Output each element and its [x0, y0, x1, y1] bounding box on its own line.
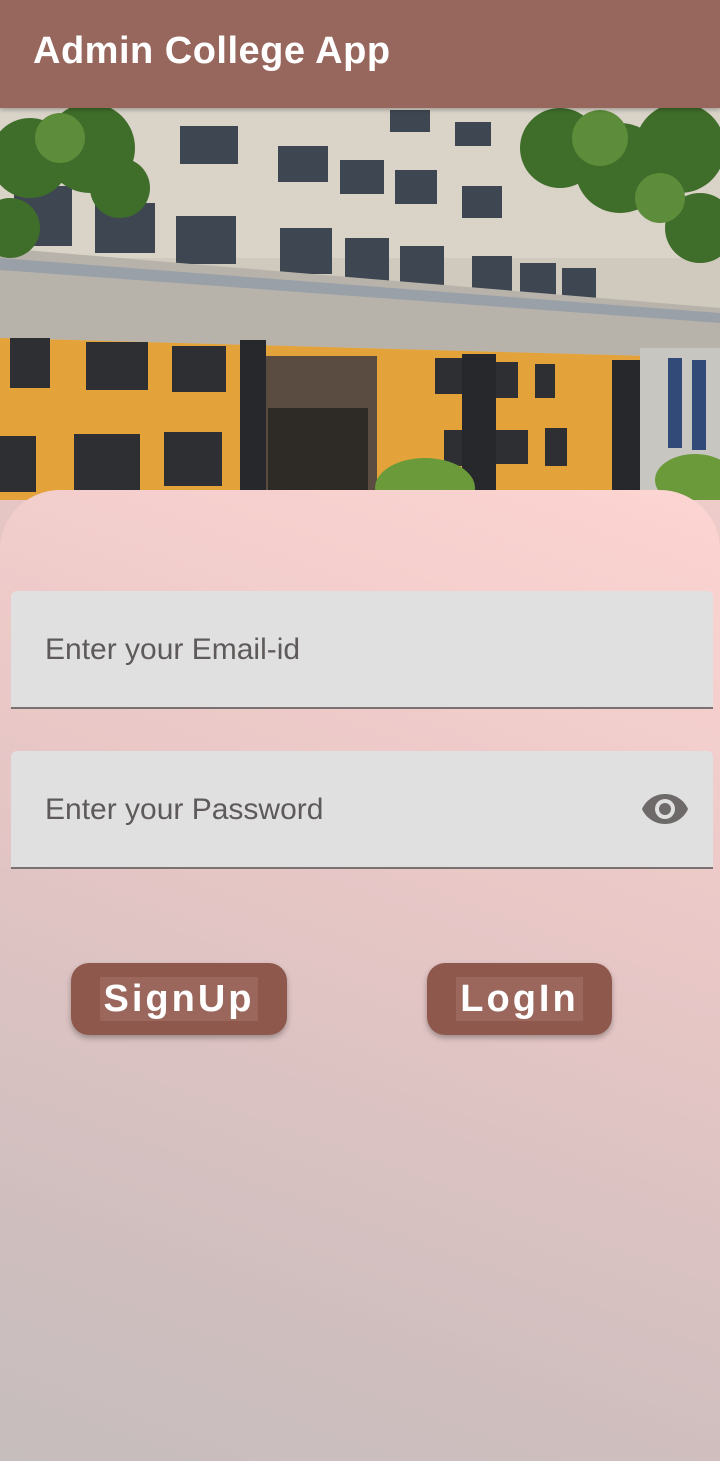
signup-button-label: SignUp	[99, 977, 259, 1021]
password-input[interactable]	[43, 751, 647, 869]
app-screen: Admin College App Enter your Email-id Si…	[0, 0, 720, 1461]
email-field-container[interactable]	[11, 591, 713, 709]
login-button[interactable]: LogIn	[427, 963, 612, 1035]
login-form: SignUp LogIn	[0, 490, 720, 1461]
app-title: Admin College App	[33, 30, 391, 72]
college-building-image	[0, 108, 720, 500]
eye-icon[interactable]	[641, 792, 689, 826]
password-field-container[interactable]	[11, 751, 713, 869]
login-button-label: LogIn	[456, 977, 583, 1021]
building-illustration	[0, 108, 720, 500]
app-bar: Admin College App	[0, 0, 720, 108]
email-input[interactable]	[43, 591, 647, 709]
signup-button[interactable]: SignUp	[71, 963, 287, 1035]
